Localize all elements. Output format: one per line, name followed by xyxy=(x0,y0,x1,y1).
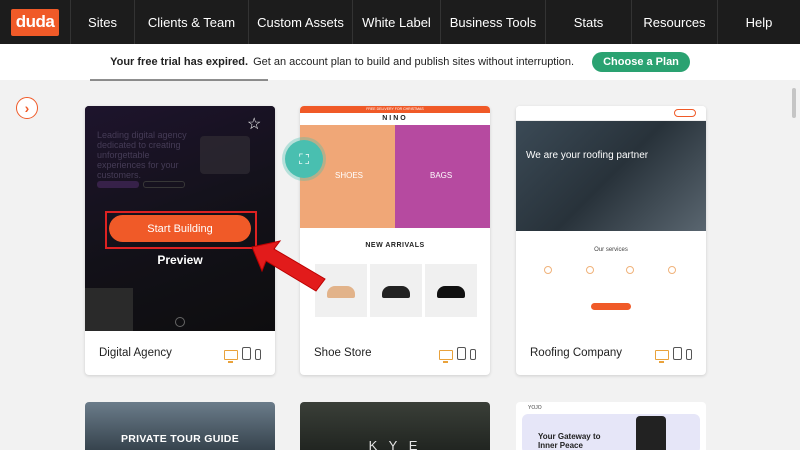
card-footer: Digital Agency xyxy=(85,331,275,375)
top-nav: duda Sites Clients & Team Custom Assets … xyxy=(0,0,800,44)
template-card-kye[interactable]: K Y E xyxy=(300,402,490,450)
nav-resources[interactable]: Resources xyxy=(632,0,718,44)
desktop-icon[interactable] xyxy=(224,349,238,363)
promo-bar: FREE DELIVERY FOR CHRISTMAS xyxy=(300,106,490,113)
banner-bold-text: Your free trial has expired. xyxy=(110,56,249,68)
service-icon xyxy=(668,266,676,274)
nav-white-label[interactable]: White Label xyxy=(353,0,441,44)
site-header xyxy=(516,106,706,121)
desktop-icon[interactable] xyxy=(655,349,669,363)
template-hero-text: K Y E xyxy=(368,438,422,450)
roof-photo xyxy=(516,121,706,231)
template-thumbnail: Leading digital agency dedicated to crea… xyxy=(85,106,275,331)
device-icons xyxy=(439,346,476,363)
bags-label: BAGS xyxy=(430,171,453,180)
preview-link[interactable]: Preview xyxy=(85,253,275,267)
phone-icon[interactable] xyxy=(686,348,692,360)
template-card-yojo[interactable]: YOJO Your Gateway to Inner Peace xyxy=(516,402,706,450)
chevron-right-icon[interactable]: › xyxy=(16,97,38,119)
template-thumbnail: FREE DELIVERY FOR CHRISTMAS NINO SHOES B… xyxy=(300,106,490,331)
nav-clients-team[interactable]: Clients & Team xyxy=(135,0,249,44)
product-tile xyxy=(370,264,422,317)
nav-help[interactable]: Help xyxy=(718,0,800,44)
template-hero-text: Your Gateway to Inner Peace xyxy=(538,432,601,450)
banner-text: Get an account plan to build and publish… xyxy=(253,56,575,68)
ecommerce-cart-icon: ⛶ xyxy=(285,140,323,178)
divider xyxy=(90,79,268,81)
phone-icon[interactable] xyxy=(255,348,261,360)
annotation-arrow-icon xyxy=(251,240,326,292)
services-heading: Our services xyxy=(594,247,628,253)
template-brand: YOJO xyxy=(528,405,542,411)
template-name: Digital Agency xyxy=(99,347,172,359)
nav-business-tools[interactable]: Business Tools xyxy=(441,0,546,44)
template-card-roofing-company[interactable]: We are your roofing partner Our services… xyxy=(516,106,706,375)
template-card-digital-agency[interactable]: Leading digital agency dedicated to crea… xyxy=(85,106,275,375)
template-hero-text: PRIVATE TOUR GUIDE xyxy=(121,433,239,445)
nav-custom-assets[interactable]: Custom Assets xyxy=(249,0,353,44)
service-icon xyxy=(626,266,634,274)
tablet-icon[interactable] xyxy=(242,346,251,360)
phone-mockup xyxy=(636,416,666,450)
store-brand: NINO xyxy=(382,115,408,122)
template-card-tour-guide[interactable]: PRIVATE TOUR GUIDE xyxy=(85,402,275,450)
start-building-button[interactable]: Start Building xyxy=(109,215,251,242)
choose-plan-button[interactable]: Choose a Plan xyxy=(592,52,690,72)
nav-sites[interactable]: Sites xyxy=(71,0,135,44)
service-icon xyxy=(586,266,594,274)
template-name: Roofing Company xyxy=(530,347,623,359)
tablet-icon[interactable] xyxy=(457,346,466,360)
hero-headline: We are your roofing partner xyxy=(526,150,649,161)
scrollbar-thumb[interactable] xyxy=(792,88,796,118)
shoes-label: SHOES xyxy=(335,171,364,180)
card-footer: Roofing Company xyxy=(516,331,706,375)
nav-stats[interactable]: Stats xyxy=(546,0,632,44)
tablet-icon[interactable] xyxy=(673,346,682,360)
scroll-indicator-icon xyxy=(175,317,185,327)
card-footer: Shoe Store xyxy=(300,331,490,375)
product-tile xyxy=(425,264,477,317)
phone-icon[interactable] xyxy=(470,348,476,360)
device-icons xyxy=(224,346,261,363)
template-thumbnail: We are your roofing partner Our services xyxy=(516,106,706,331)
duda-logo[interactable]: duda xyxy=(0,0,71,44)
trial-expired-banner: Your free trial has expired. Get an acco… xyxy=(0,44,800,80)
template-name: Shoe Store xyxy=(314,347,372,359)
service-icon xyxy=(544,266,552,274)
desktop-icon[interactable] xyxy=(439,349,453,363)
dark-block xyxy=(85,288,133,331)
cta-button xyxy=(591,303,631,310)
star-icon[interactable]: ☆ xyxy=(247,114,261,134)
device-icons xyxy=(655,346,692,363)
